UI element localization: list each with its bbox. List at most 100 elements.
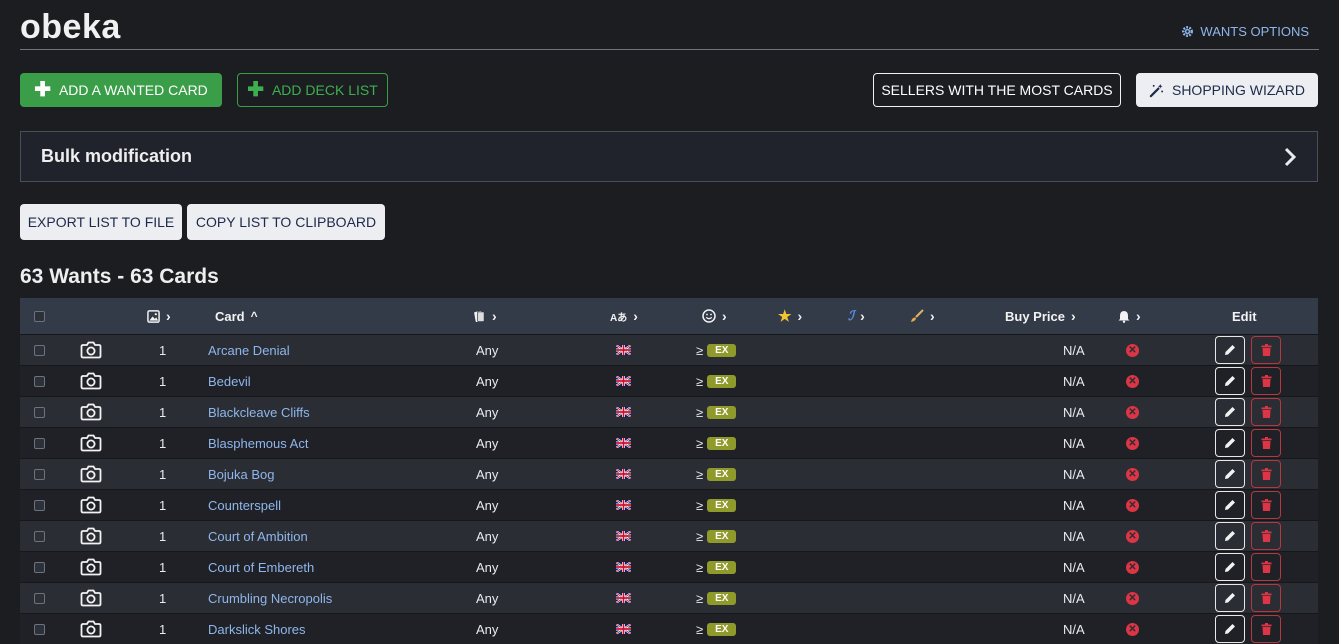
edit-button[interactable] (1215, 614, 1245, 644)
pencil-icon (1225, 469, 1235, 479)
delete-button[interactable] (1251, 490, 1281, 520)
delete-button[interactable] (1251, 521, 1281, 551)
row-buy-price: N/A (1063, 466, 1085, 482)
alert-off-icon[interactable]: ✕ (1126, 521, 1139, 551)
trash-icon (1261, 344, 1271, 356)
sort-language-header[interactable]: Aあ › (610, 298, 638, 334)
delete-button[interactable] (1251, 614, 1281, 644)
card-name-link[interactable]: Blackcleave Cliffs (208, 397, 310, 427)
row-checkbox[interactable] (34, 366, 45, 396)
row-quantity: 1 (159, 435, 167, 451)
chevron-right-icon (1284, 147, 1297, 166)
cards-icon (474, 310, 485, 322)
alert-off-icon[interactable]: ✕ (1126, 459, 1139, 489)
sort-altered-header[interactable]: › (910, 298, 935, 334)
alert-off-icon[interactable]: ✕ (1126, 428, 1139, 458)
row-checkbox[interactable] (34, 614, 45, 644)
alert-off-icon[interactable]: ✕ (1126, 335, 1139, 365)
table-row: 1 Arcane Denial Any ≥ EX N/A ✕ (20, 334, 1318, 365)
row-buy-price: N/A (1063, 342, 1085, 358)
card-name-link[interactable]: Bojuka Bog (208, 459, 275, 489)
add-deck-list-button[interactable]: ✚ ADD DECK LIST (237, 73, 388, 107)
camera-icon[interactable] (80, 521, 102, 551)
add-wanted-card-button[interactable]: ✚ ADD A WANTED CARD (20, 73, 222, 107)
copy-list-button[interactable]: COPY LIST TO CLIPBOARD (187, 204, 385, 240)
camera-icon[interactable] (80, 490, 102, 520)
sort-quantity-header[interactable]: › (147, 298, 171, 334)
alert-off-icon[interactable]: ✕ (1126, 583, 1139, 613)
edit-column-label: Edit (1232, 308, 1257, 324)
row-checkbox[interactable] (34, 490, 45, 520)
alert-off-icon[interactable]: ✕ (1126, 614, 1139, 644)
row-checkbox[interactable] (34, 552, 45, 582)
sellers-most-cards-button[interactable]: SELLERS WITH THE MOST CARDS (873, 73, 1121, 107)
edit-button[interactable] (1215, 583, 1245, 613)
alert-off-icon[interactable]: ✕ (1126, 397, 1139, 427)
sort-buy-price-header[interactable]: Buy Price › (1005, 298, 1076, 334)
card-name-link[interactable]: Court of Ambition (208, 521, 308, 551)
pencil-icon (1225, 500, 1235, 510)
edit-button[interactable] (1215, 428, 1245, 458)
row-expansion: Any (476, 590, 499, 606)
camera-icon[interactable] (80, 583, 102, 613)
bulk-modification-panel[interactable]: Bulk modification (20, 131, 1318, 182)
sort-alert-header[interactable]: › (1118, 298, 1141, 334)
trash-icon (1261, 592, 1271, 604)
camera-icon[interactable] (80, 366, 102, 396)
alert-off-icon[interactable]: ✕ (1126, 366, 1139, 396)
card-name-link[interactable]: Court of Embereth (208, 552, 314, 582)
sort-signed-header[interactable]: ℐ › (848, 298, 865, 334)
card-name-link[interactable]: Crumbling Necropolis (208, 583, 332, 613)
card-name-link[interactable]: Blasphemous Act (208, 428, 308, 458)
row-checkbox[interactable] (34, 521, 45, 551)
delete-button[interactable] (1251, 428, 1281, 458)
delete-button[interactable] (1251, 366, 1281, 396)
row-quantity: 1 (159, 590, 167, 606)
camera-icon[interactable] (80, 459, 102, 489)
card-name-link[interactable]: Arcane Denial (208, 335, 290, 365)
delete-button[interactable] (1251, 459, 1281, 489)
row-condition: ≥ EX (696, 366, 737, 396)
row-checkbox[interactable] (34, 459, 45, 489)
delete-button[interactable] (1251, 335, 1281, 365)
camera-icon[interactable] (80, 335, 102, 365)
alert-off-icon[interactable]: ✕ (1126, 490, 1139, 520)
trash-icon (1261, 437, 1271, 449)
sort-foil-header[interactable]: ★ › (778, 298, 802, 334)
alert-off-icon[interactable]: ✕ (1126, 552, 1139, 582)
shopping-wizard-button[interactable]: SHOPPING WIZARD (1136, 73, 1318, 107)
camera-icon[interactable] (80, 397, 102, 427)
row-checkbox[interactable] (34, 397, 45, 427)
edit-button[interactable] (1215, 397, 1245, 427)
delete-button[interactable] (1251, 552, 1281, 582)
delete-button[interactable] (1251, 397, 1281, 427)
edit-button[interactable] (1215, 521, 1245, 551)
card-name-link[interactable]: Counterspell (208, 490, 281, 520)
row-checkbox[interactable] (34, 335, 45, 365)
delete-button[interactable] (1251, 583, 1281, 613)
wants-options-link[interactable]: WANTS OPTIONS (1181, 24, 1309, 39)
camera-icon[interactable] (80, 614, 102, 644)
select-all-checkbox[interactable] (34, 298, 45, 334)
gear-icon (1182, 26, 1194, 37)
edit-button[interactable] (1215, 335, 1245, 365)
sort-condition-header[interactable]: › (702, 298, 727, 334)
edit-button[interactable] (1215, 490, 1245, 520)
edit-button[interactable] (1215, 366, 1245, 396)
card-name-link[interactable]: Bedevil (208, 366, 251, 396)
edit-button[interactable] (1215, 459, 1245, 489)
row-checkbox[interactable] (34, 583, 45, 613)
export-list-button[interactable]: EXPORT LIST TO FILE (20, 204, 182, 240)
row-condition: ≥ EX (696, 335, 737, 365)
sort-expansion-header[interactable]: › (473, 298, 497, 334)
row-checkbox[interactable] (34, 428, 45, 458)
pencil-icon (1225, 345, 1235, 355)
card-name-link[interactable]: Darkslick Shores (208, 614, 306, 644)
camera-icon[interactable] (80, 552, 102, 582)
edit-button[interactable] (1215, 552, 1245, 582)
camera-icon[interactable] (80, 428, 102, 458)
sort-card-header[interactable]: Card ^ (215, 298, 258, 334)
condition-badge: EX (707, 529, 737, 543)
row-expansion: Any (476, 373, 499, 389)
bell-icon (1118, 310, 1130, 323)
